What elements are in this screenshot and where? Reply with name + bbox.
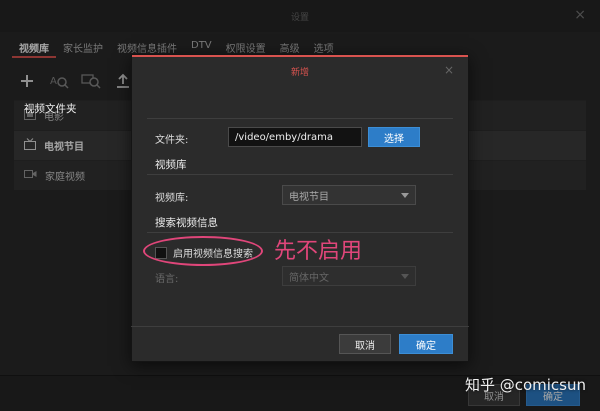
folder-section-title: 视频文件夹 — [24, 103, 77, 115]
language-label: 语言: — [155, 274, 179, 285]
chevron-down-icon — [401, 192, 409, 198]
language-value: 简体中文 — [289, 272, 329, 284]
language-select[interactable]: 简体中文 — [282, 266, 416, 286]
folder-path-input[interactable]: /video/emby/drama — [228, 127, 362, 147]
dialog-ok-button[interactable]: 确定 — [399, 334, 453, 354]
enable-search-checkbox[interactable] — [155, 246, 167, 259]
library-section-divider — [147, 174, 453, 175]
enable-search-checkbox-row[interactable]: 启用视频信息搜索 — [155, 245, 253, 260]
watermark: 知乎 @comicsun — [464, 376, 586, 394]
annotation-text: 先不启用 — [274, 239, 363, 264]
search-section-title: 搜索视频信息 — [155, 217, 218, 229]
dialog-footer-divider — [131, 326, 469, 327]
enable-search-label: 启用视频信息搜索 — [173, 249, 253, 260]
chevron-down-icon — [401, 273, 409, 279]
dialog-cancel-button[interactable]: 取消 — [339, 334, 391, 354]
browse-folder-button[interactable]: 选择 — [368, 127, 420, 147]
dialog-close-icon[interactable]: × — [444, 63, 454, 77]
folder-section-divider — [147, 118, 453, 119]
add-library-dialog: 新增 × — [131, 54, 469, 362]
dialog-accent-line — [132, 55, 468, 57]
library-section-title: 视频库 — [155, 159, 187, 171]
library-type-label: 视频库: — [155, 193, 189, 204]
folder-label: 文件夹: — [155, 135, 189, 146]
dialog-title: 新增 — [290, 68, 309, 78]
library-type-value: 电视节目 — [289, 191, 329, 203]
library-type-select[interactable]: 电视节目 — [282, 185, 416, 205]
